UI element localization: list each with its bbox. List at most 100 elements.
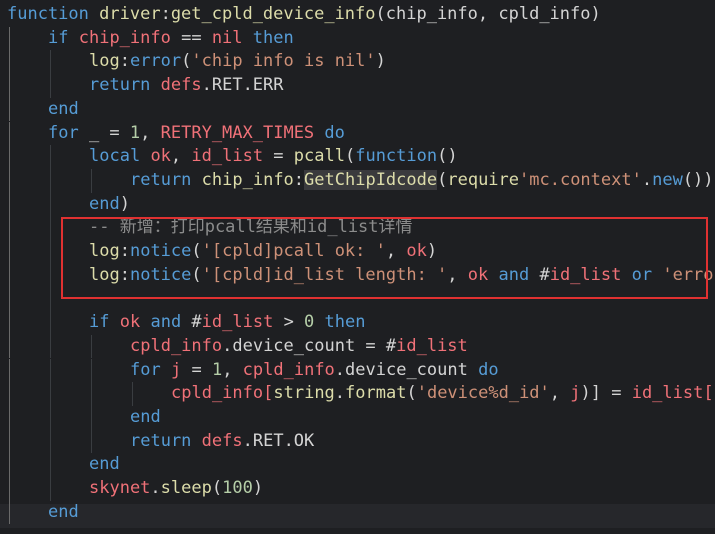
indent-guide [50, 50, 51, 75]
indent-guide [9, 263, 10, 288]
code-token: : [160, 4, 171, 24]
code-token: ) [375, 51, 386, 72]
indent-guide [50, 240, 51, 264]
code-line: cpld_info.device_count = #id_list [130, 335, 468, 359]
code-token: = [181, 359, 212, 380]
code-token: format [345, 383, 407, 404]
code-token: return [89, 75, 151, 96]
indent-guide [91, 334, 92, 359]
indent-guide [50, 192, 51, 217]
code-line: end) [89, 193, 130, 217]
code-token: id_list [191, 146, 264, 167]
code-token: > [273, 312, 305, 333]
code-token: chip_info [78, 27, 171, 48]
code-token: j [170, 359, 182, 380]
code-token: ) [119, 193, 130, 214]
code-token: : [119, 51, 130, 72]
code-editor[interactable]: function driver:get_cpld_device_info(chi… [0, 0, 715, 534]
indent-guide [9, 240, 10, 264]
indent-guide [9, 500, 10, 525]
code-token: and [150, 312, 182, 333]
code-line: local ok, id_list = pcall(function() [89, 145, 458, 169]
code-token: 1 [129, 122, 141, 143]
indent-guide [9, 311, 10, 335]
code-line: return defs.RET.ERR [89, 74, 284, 98]
code-line: for j = 1, cpld_info.device_count do [130, 359, 499, 383]
code-token: [ [263, 383, 274, 404]
code-token: [j] [703, 383, 715, 404]
indent-guide [9, 382, 10, 406]
indent-guide [91, 168, 92, 193]
code-token: new [652, 169, 683, 190]
indent-guide [50, 216, 51, 240]
indent-guide [9, 287, 10, 312]
indent-guide [50, 168, 51, 193]
code-token: local [89, 146, 141, 167]
code-token: _ = [78, 122, 130, 143]
code-token: end [48, 501, 79, 522]
indent-guide [50, 405, 51, 430]
indent-guide [50, 429, 51, 454]
indent-guide [50, 263, 51, 288]
code-token: if [48, 27, 69, 48]
code-token: end [130, 406, 161, 427]
code-token: , [140, 122, 161, 143]
code-token: error [129, 51, 182, 72]
indent-guide [91, 382, 92, 406]
indent-guide [9, 168, 10, 193]
indent-guide [50, 287, 51, 312]
code-token: )] = [580, 383, 632, 404]
indent-guide [50, 311, 51, 335]
code-token: , [477, 4, 499, 24]
indent-guide [50, 334, 51, 359]
code-token: ()) [682, 169, 714, 190]
code-token: for [130, 359, 161, 380]
code-token: require [447, 169, 520, 190]
code-token: = [263, 146, 294, 167]
code-token: chip_info [385, 4, 478, 24]
code-token: ( [375, 4, 386, 24]
code-token: chip_info [201, 169, 294, 190]
code-token: return [130, 169, 192, 190]
code-token: skynet [89, 478, 151, 498]
code-token: ( [344, 146, 356, 167]
indent-guide [9, 50, 10, 75]
code-token: do [478, 359, 499, 380]
code-token: defs [160, 75, 202, 96]
code-token: , [170, 146, 192, 167]
indent-guide [9, 477, 10, 501]
code-token: GetChipIdcode [304, 169, 438, 190]
code-line: skynet.sleep(100) [89, 477, 263, 501]
code-token: id_list [201, 312, 274, 333]
code-token: ) [590, 4, 601, 24]
code-token: # [181, 312, 202, 333]
code-token: function [355, 146, 438, 167]
indent-guide [9, 121, 10, 146]
code-line: if chip_info == nil then [48, 27, 294, 51]
code-token: . [150, 478, 161, 498]
indent-guide [9, 358, 10, 383]
code-token: () [437, 146, 458, 167]
code-line: cpld_info[string.format('device%d_id', j… [171, 382, 715, 406]
code-token: cpld_info [498, 4, 591, 24]
code-token: .RET.OK [242, 430, 315, 451]
indent-guide [50, 145, 51, 169]
annotation-highlight-box [61, 217, 708, 299]
code-token: cpld_info [130, 335, 223, 356]
indent-guide [9, 145, 10, 169]
code-token: id_list [631, 383, 704, 404]
code-line: for _ = 1, RETRY_MAX_TIMES do [48, 122, 345, 146]
code-token: 'device%d_id' [416, 383, 550, 404]
code-token: string [273, 383, 335, 404]
code-token: pcall [293, 146, 345, 167]
code-token: : [293, 169, 305, 190]
code-token: ( [437, 169, 448, 190]
